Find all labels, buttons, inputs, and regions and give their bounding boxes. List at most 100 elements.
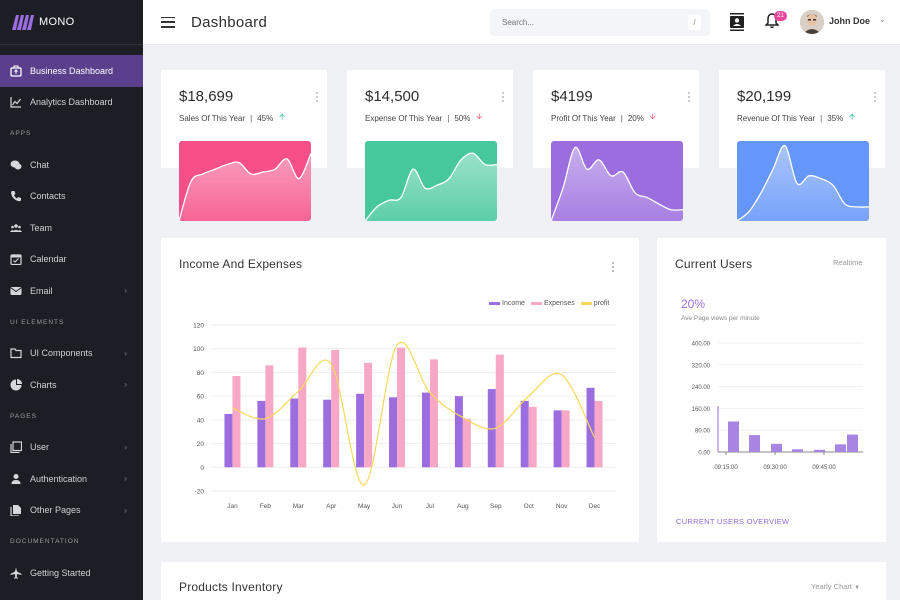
users-bar (728, 421, 739, 452)
stat-percent: 45% (257, 113, 274, 123)
chevron-down-icon[interactable]: ⌄ (879, 15, 886, 24)
expenses-bar (397, 347, 406, 468)
more-options-icon[interactable] (874, 92, 877, 102)
sidebar-item-label: UI Components (30, 348, 93, 359)
brand[interactable]: MONO (0, 0, 143, 45)
legend-label: profit (593, 300, 610, 307)
arrow-down-icon: 🡫 (476, 112, 483, 121)
legend-swatch (580, 302, 592, 305)
page-title: Dashboard (191, 13, 268, 31)
y-tick-label: 20 (197, 441, 205, 448)
income-bar (454, 396, 463, 468)
legend-item[interactable]: Expenses (530, 300, 575, 307)
arrow-down-icon: 🡫 (649, 112, 656, 121)
y-tick-label: 120 (193, 323, 204, 330)
stat-subtitle: Profit Of This Year | 20% 🡫 (551, 111, 656, 125)
sidebar-item-label: Analytics Dashboard (30, 97, 113, 108)
stat-value: $18,699 (179, 88, 234, 105)
search-box[interactable]: / (490, 9, 710, 36)
more-options-icon[interactable] (502, 92, 505, 102)
arrow-up-icon: 🡩 (279, 112, 285, 121)
stat-value: $14,500 (365, 88, 420, 105)
income-expenses-chart: 120 100 80 60 40 20 0 -20 Jan Feb Mar Apr May Jun Jul A… (193, 323, 616, 510)
yearly-chart-dropdown[interactable]: Yearly Chart ▼ (811, 582, 860, 591)
stat-label: Profit Of This Year (551, 113, 616, 123)
profit-line (232, 341, 596, 486)
separator: | (820, 113, 823, 123)
sidebar-item-business-dashboard[interactable]: Business Dashboard (0, 55, 143, 87)
chevron-right-icon: › (124, 442, 127, 452)
sidebar-item-contacts[interactable]: Contacts (0, 181, 143, 213)
legend-item[interactable]: Income (489, 300, 525, 307)
phone-icon (10, 190, 22, 202)
realtime-link[interactable]: Realtime (833, 258, 863, 267)
legend-item[interactable]: profit (580, 300, 610, 307)
x-tick-label: Oct (524, 503, 534, 510)
sidebar-item-charts[interactable]: Charts › (0, 369, 143, 401)
chevron-right-icon: › (124, 505, 127, 515)
income-bar (553, 410, 562, 468)
legend-label: Income (502, 300, 525, 307)
expenses-bar (495, 354, 504, 468)
sidebar-section-documentation: DOCUMENTATION (10, 538, 80, 545)
users-percent: 20% (681, 297, 706, 311)
airplane-icon (10, 567, 22, 579)
y-tick-label: 100 (193, 346, 204, 353)
mono-logo-icon (12, 15, 34, 30)
y-tick-label: 240.00 (692, 385, 711, 391)
search-input[interactable] (502, 18, 682, 27)
menu-toggle-icon[interactable] (161, 16, 175, 28)
sidebar-item-label: Email (30, 285, 53, 296)
expenses-bar (265, 365, 274, 468)
sidebar-item-label: Contacts (30, 191, 66, 202)
sidebar-item-label: Business Dashboard (30, 65, 114, 76)
legend-swatch (530, 302, 542, 305)
current-users-title: Current Users (675, 257, 753, 271)
calendar-icon (10, 253, 22, 266)
chart-line-icon (10, 96, 22, 108)
expenses-bar (528, 406, 537, 468)
sidebar-item-ui-components[interactable]: UI Components › (0, 338, 143, 370)
users-bar (835, 444, 846, 452)
expenses-bar (429, 359, 438, 468)
person-icon (10, 473, 22, 485)
team-icon (10, 222, 22, 234)
chevron-right-icon: › (124, 286, 127, 296)
sidebar-item-other-pages[interactable]: Other Pages › (0, 495, 143, 527)
income-bar (323, 399, 332, 468)
y-tick-label: 0.00 (698, 451, 710, 457)
x-tick-label: 09:15:00 (714, 465, 738, 471)
sidebar-item-label: Chat (30, 159, 50, 170)
chevron-right-icon: › (124, 474, 127, 484)
current-users-overview-link[interactable]: CURRENT USERS OVERVIEW (676, 517, 789, 526)
separator: | (447, 113, 450, 123)
sidebar-item-calendar[interactable]: Calendar (0, 244, 143, 276)
sidebar-item-analytics-dashboard[interactable]: Analytics Dashboard (0, 87, 143, 119)
users-bar (847, 434, 858, 452)
sidebar-item-user[interactable]: User › (0, 432, 143, 464)
more-options-icon[interactable] (316, 92, 319, 102)
sidebar-item-getting-started[interactable]: Getting Started (0, 557, 143, 589)
sidebar-item-chat[interactable]: Chat (0, 149, 143, 181)
sparkline-chart (179, 141, 311, 221)
stat-subtitle: Revenue Of This Year | 35% 🡩 (737, 111, 855, 125)
brand-name: MONO (39, 16, 75, 28)
expenses-bar (561, 410, 570, 468)
sidebar-item-authentication[interactable]: Authentication › (0, 463, 143, 495)
stat-label: Sales Of This Year (179, 113, 246, 123)
sidebar-item-team[interactable]: Team (0, 212, 143, 244)
y-tick-label: 80.00 (695, 429, 711, 435)
x-tick-label: Nov (556, 503, 568, 510)
contact-card-icon[interactable] (730, 13, 744, 31)
avatar[interactable] (800, 10, 824, 34)
legend-swatch (489, 302, 500, 305)
sidebar-item-email[interactable]: Email › (0, 275, 143, 307)
y-tick-label: 0 (200, 465, 204, 472)
users-bar (814, 449, 825, 452)
more-options-icon[interactable] (688, 92, 691, 102)
user-name[interactable]: John Doe (829, 16, 870, 26)
expenses-bar (594, 400, 603, 468)
more-options-icon[interactable] (612, 262, 615, 274)
sidebar-item-label: Team (30, 222, 53, 233)
x-tick-label: Sep (490, 503, 502, 510)
